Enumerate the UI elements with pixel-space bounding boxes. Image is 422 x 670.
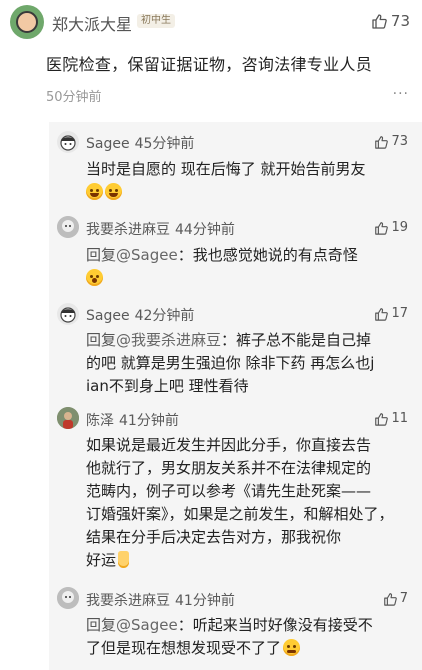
reply-text-line: 回复@我要杀进麻豆：裤子总不能是自己掉 xyxy=(86,329,408,352)
reply-text-content: 好运 xyxy=(86,551,117,569)
reply-emoji-row xyxy=(86,267,408,290)
mention-link[interactable]: @我要杀进麻豆 xyxy=(116,331,221,349)
cartoon-avatar-icon xyxy=(60,135,76,151)
reply-username-line: 我要杀进麻豆 44分钟前 xyxy=(86,219,235,239)
reply-timestamp: 44分钟前 xyxy=(175,222,235,238)
reply-timestamp: 42分钟前 xyxy=(134,308,195,324)
reply-text: 如果说是最近发生并因此分手，你直接去告 他就行了，男女朋友关系并不在法律规定的 … xyxy=(86,434,408,572)
reply-text-line: 的吧 就算是男生强迫你 除非下药 再怎么也j xyxy=(86,354,375,372)
laugh-tears-emoji-icon xyxy=(105,183,122,200)
reply-item: 陈泽 41分钟前 11 如果说是最近发生并因此分手，你直接去告 他就行了，男女朋友… xyxy=(49,407,422,577)
reply-timestamp: 45分钟前 xyxy=(134,136,195,152)
thumbs-up-icon xyxy=(372,14,387,29)
reply-username-line: Sagee 42分钟前 xyxy=(86,305,194,325)
thumbs-up-icon xyxy=(375,221,389,235)
reply-text-content: ：裤子总不能是自己掉 xyxy=(221,331,372,349)
reply-text-line: 订婚强奸案》，如果是之前发生，和解相处了， xyxy=(86,505,394,523)
reply-item: 我要杀进麻豆 41分钟前 7 回复@Sagee：听起来当时好像没有接受不 了但是现… xyxy=(49,587,422,667)
reply-text-content: ：我也感觉她说的有点奇怪 xyxy=(177,246,358,264)
reply-prefix: 回复 xyxy=(86,246,117,264)
victory-hand-emoji-icon xyxy=(118,551,130,568)
cartoon-avatar-icon xyxy=(60,307,76,323)
reply-timestamp: 41分钟前 xyxy=(175,593,235,609)
reply-text-line: 他就行了，男女朋友关系并不在法律规定的 xyxy=(86,459,372,477)
reply-text-line: 如果说是最近发生并因此分手，你直接去告 xyxy=(86,436,372,454)
reply-username[interactable]: Sagee xyxy=(86,136,130,152)
laugh-tears-emoji-icon xyxy=(86,183,103,200)
reply-text: 回复@Sagee：我也感觉她说的有点奇怪 xyxy=(86,244,408,290)
reply-avatar[interactable] xyxy=(57,303,79,325)
reply-username-line: 陈泽 41分钟前 xyxy=(86,410,179,430)
main-comment: 郑大派大星 初中生 73 医院检查，保留证据证物，咨询法律专业人员 50分钟前 … xyxy=(0,0,422,122)
reply-like-button[interactable]: 73 xyxy=(374,134,408,149)
reply-avatar[interactable] xyxy=(57,216,79,238)
reply-timestamp: 41分钟前 xyxy=(119,413,179,429)
reply-item: Sagee 42分钟前 17 回复@我要杀进麻豆：裤子总不能是自己掉 的吧 就算是… xyxy=(49,302,422,402)
dizzy-face-emoji-icon xyxy=(283,639,301,656)
reply-text-line: 了但是现在想想发现受不了了 xyxy=(86,637,408,660)
reply-text-line: 当时是自愿的 现在后悔了 就开始告前男友 xyxy=(86,160,366,178)
reply-prefix: 回复 xyxy=(86,331,117,349)
thumbs-up-icon xyxy=(375,412,389,426)
reply-emoji-row xyxy=(86,181,408,204)
reply-list: Sagee 45分钟前 73 当时是自愿的 现在后悔了 就开始告前男友 我要杀进麻… xyxy=(49,122,422,670)
reply-item: Sagee 45分钟前 73 当时是自愿的 现在后悔了 就开始告前男友 xyxy=(49,130,422,204)
reply-text-line: 范畴内，例子可以参考《请先生赴死案—— xyxy=(86,482,372,500)
reply-text: 回复@我要杀进麻豆：裤子总不能是自己掉 的吧 就算是男生强迫你 除非下药 再怎么… xyxy=(86,329,408,398)
photo-avatar-icon xyxy=(57,407,79,429)
more-dots-icon[interactable]: ··· xyxy=(393,86,409,102)
mention-link[interactable]: @Sagee xyxy=(116,616,178,634)
user-avatar[interactable] xyxy=(10,5,44,39)
comment-username[interactable]: 郑大派大星 xyxy=(52,11,132,35)
mention-link[interactable]: @Sagee xyxy=(116,246,178,264)
like-button[interactable]: 73 xyxy=(371,12,410,30)
reply-prefix: 回复 xyxy=(86,616,117,634)
thumbs-up-icon xyxy=(375,307,389,321)
reply-avatar[interactable] xyxy=(57,587,79,609)
photo-avatar-icon xyxy=(57,587,79,609)
reply-username[interactable]: 我要杀进麻豆 xyxy=(86,222,170,238)
reply-username-line: 我要杀进麻豆 41分钟前 xyxy=(86,590,235,610)
reply-text-line: ian不到身上吧 理性看待 xyxy=(86,377,249,395)
reply-like-button[interactable]: 11 xyxy=(374,411,408,426)
reply-avatar[interactable] xyxy=(57,131,79,153)
user-level-badge: 初中生 xyxy=(137,14,175,28)
reply-text: 当时是自愿的 现在后悔了 就开始告前男友 xyxy=(86,158,408,204)
reply-username[interactable]: 我要杀进麻豆 xyxy=(86,593,170,609)
reply-text-line: 回复@Sagee：听起来当时好像没有接受不 xyxy=(86,614,408,637)
reply-text-line: 好运 xyxy=(86,549,408,572)
surprised-emoji-icon xyxy=(86,269,103,286)
reply-username[interactable]: 陈泽 xyxy=(86,413,114,429)
comment-text: 医院检查，保留证据证物，咨询法律专业人员 xyxy=(46,55,373,74)
reply-text-content: 了但是现在想想发现受不了了 xyxy=(86,639,282,657)
reply-like-button[interactable]: 17 xyxy=(374,306,408,321)
photo-avatar-icon xyxy=(57,216,79,238)
reply-like-button[interactable]: 19 xyxy=(374,220,408,235)
thumbs-up-icon xyxy=(375,135,389,149)
reply-like-count: 19 xyxy=(391,220,408,235)
reply-avatar[interactable] xyxy=(57,407,79,429)
reply-like-count: 17 xyxy=(391,306,408,321)
reply-item: 我要杀进麻豆 44分钟前 19 回复@Sagee：我也感觉她说的有点奇怪 xyxy=(49,216,422,290)
reply-like-count: 11 xyxy=(391,411,408,426)
avatar-face-icon xyxy=(16,11,38,33)
reply-text-content: ：听起来当时好像没有接受不 xyxy=(177,616,373,634)
reply-text: 回复@Sagee：听起来当时好像没有接受不 了但是现在想想发现受不了了 xyxy=(86,614,408,660)
reply-username[interactable]: Sagee xyxy=(86,308,130,324)
reply-like-button[interactable]: 7 xyxy=(383,591,408,606)
like-count: 73 xyxy=(390,12,410,30)
reply-like-count: 7 xyxy=(399,591,408,606)
reply-like-count: 73 xyxy=(391,134,408,149)
reply-text-line: 回复@Sagee：我也感觉她说的有点奇怪 xyxy=(86,244,408,267)
comment-timestamp: 50分钟前 xyxy=(46,90,102,105)
reply-username-line: Sagee 45分钟前 xyxy=(86,133,194,153)
reply-text-line: 结果在分手后决定去告对方，那我祝你 xyxy=(86,528,342,546)
thumbs-up-icon xyxy=(383,592,397,606)
